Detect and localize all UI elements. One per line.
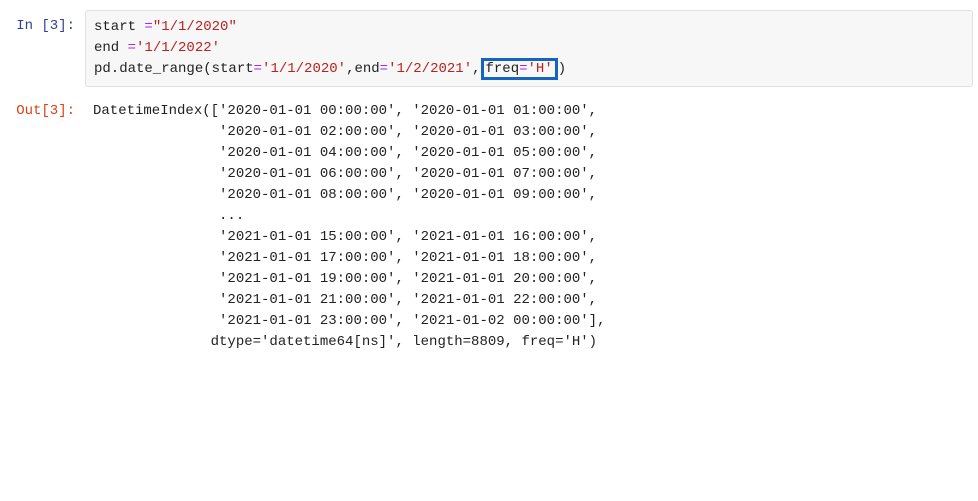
output-line: dtype='datetime64[ns]', length=8809, fre… — [93, 334, 597, 350]
code-text: pd.date_range(start — [94, 61, 254, 77]
code-op: = — [519, 61, 527, 77]
code-text: freq — [486, 61, 520, 77]
output-line: '2020-01-01 08:00:00', '2020-01-01 09:00… — [93, 187, 597, 203]
input-cell: In [3]: start ="1/1/2020" end ='1/1/2022… — [5, 10, 973, 87]
output-line: ... — [93, 208, 244, 224]
code-op: = — [144, 19, 152, 35]
output-line: '2021-01-01 19:00:00', '2021-01-01 20:00… — [93, 271, 597, 287]
highlighted-argument: freq='H' — [481, 58, 558, 80]
code-op: = — [128, 40, 136, 56]
code-input[interactable]: start ="1/1/2020" end ='1/1/2022' pd.dat… — [85, 10, 973, 87]
output-line: DatetimeIndex(['2020-01-01 00:00:00', '2… — [93, 103, 597, 119]
code-text: , — [472, 61, 480, 77]
output-line: '2021-01-01 17:00:00', '2021-01-01 18:00… — [93, 250, 597, 266]
code-text: start — [94, 19, 144, 35]
code-string: 'H' — [528, 61, 553, 77]
code-string: '1/2/2021' — [388, 61, 472, 77]
code-text: ) — [558, 61, 566, 77]
code-text: end — [94, 40, 128, 56]
output-line: '2020-01-01 04:00:00', '2020-01-01 05:00… — [93, 145, 597, 161]
code-string: '1/1/2022' — [136, 40, 220, 56]
code-text: ,end — [346, 61, 380, 77]
output-line: '2021-01-01 23:00:00', '2021-01-02 00:00… — [93, 313, 605, 329]
code-string: "1/1/2020" — [153, 19, 237, 35]
output-line: '2020-01-01 06:00:00', '2020-01-01 07:00… — [93, 166, 597, 182]
code-op: = — [254, 61, 262, 77]
code-string: '1/1/2020' — [262, 61, 346, 77]
output-cell: Out[3]: DatetimeIndex(['2020-01-01 00:00… — [5, 95, 973, 359]
output-line: '2020-01-01 02:00:00', '2020-01-01 03:00… — [93, 124, 597, 140]
input-prompt: In [3]: — [5, 10, 85, 37]
code-output: DatetimeIndex(['2020-01-01 00:00:00', '2… — [85, 95, 973, 359]
output-line: '2021-01-01 15:00:00', '2021-01-01 16:00… — [93, 229, 597, 245]
output-prompt: Out[3]: — [5, 95, 85, 122]
code-op: = — [380, 61, 388, 77]
output-line: '2021-01-01 21:00:00', '2021-01-01 22:00… — [93, 292, 597, 308]
